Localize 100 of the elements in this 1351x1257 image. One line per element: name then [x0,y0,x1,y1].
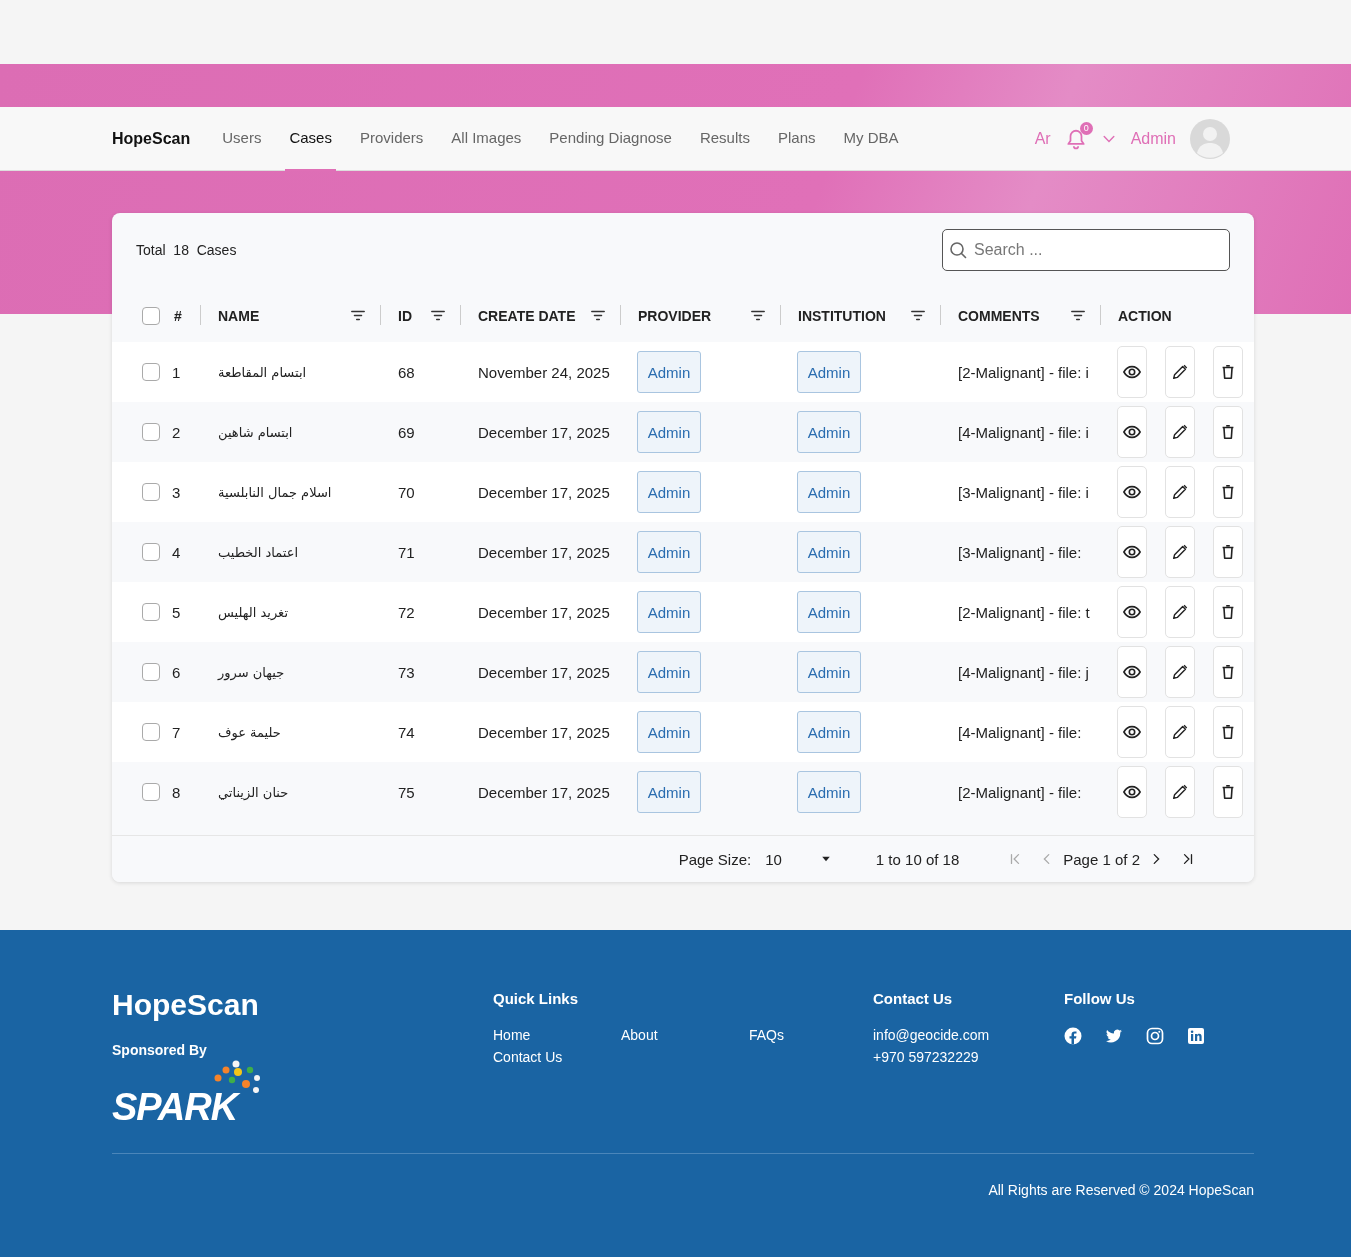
delete-button[interactable] [1213,586,1243,638]
language-link[interactable]: Ar [1034,129,1051,148]
nav-link[interactable]: Results [695,106,754,171]
checkbox[interactable] [142,543,160,561]
checkbox[interactable] [142,483,160,501]
linkedin-icon[interactable] [1187,1027,1205,1045]
institution-tag[interactable]: Admin [797,531,861,573]
column-header[interactable]: NAME [218,307,260,324]
nav-link[interactable]: Cases [285,106,336,171]
user-name[interactable]: Admin [1130,129,1176,148]
view-button[interactable] [1117,526,1147,578]
row-number: 2 [172,423,181,441]
provider-tag[interactable]: Admin [637,651,701,693]
checkbox[interactable] [142,603,160,621]
column-header[interactable]: INSTITUTION [798,307,886,324]
delete-button[interactable] [1213,766,1243,818]
create-date: December 17, 2025 [478,543,610,561]
column-header[interactable]: COMMENTS [958,307,1040,324]
instagram-icon[interactable] [1146,1027,1164,1045]
case-id: 74 [398,723,415,741]
institution-tag[interactable]: Admin [797,711,861,753]
last-page-icon[interactable] [1181,852,1195,866]
edit-button[interactable] [1165,706,1195,758]
search-field[interactable]: Search ... [942,229,1230,271]
view-button[interactable] [1117,346,1147,398]
checkbox[interactable] [142,363,160,381]
create-date: December 17, 2025 [478,783,610,801]
provider-tag[interactable]: Admin [637,711,701,753]
delete-button[interactable] [1213,466,1243,518]
eye-icon [1123,543,1141,561]
institution-tag[interactable]: Admin [797,591,861,633]
checkbox[interactable] [142,423,160,441]
column-header[interactable]: ID [398,307,412,324]
edit-button[interactable] [1165,466,1195,518]
provider-tag[interactable]: Admin [637,411,701,453]
checkbox[interactable] [142,306,160,325]
create-date: December 17, 2025 [478,423,610,441]
facebook-icon[interactable] [1064,1027,1082,1045]
nav-link[interactable]: All Images [447,106,526,171]
edit-button[interactable] [1165,586,1195,638]
delete-button[interactable] [1213,646,1243,698]
view-button[interactable] [1117,586,1147,638]
view-button[interactable] [1117,466,1147,518]
institution-tag[interactable]: Admin [797,351,861,393]
column-header[interactable]: # [174,307,182,324]
nav-link[interactable]: Users [218,106,266,171]
view-button[interactable] [1117,646,1147,698]
section-title: Follow Us [1064,990,1136,1007]
search-icon [949,241,967,259]
patient-name: تغريد الهليس [218,604,288,620]
delete-button[interactable] [1213,526,1243,578]
patient-name: حليمة عوف [218,724,281,740]
institution-tag[interactable]: Admin [797,471,861,513]
pencil-icon [1171,423,1189,441]
page-size-dropdown[interactable]: 10 [765,850,832,868]
delete-button[interactable] [1213,406,1243,458]
institution-tag[interactable]: Admin [797,771,861,813]
case-id: 75 [398,783,415,801]
pencil-icon [1171,663,1189,681]
nav-link[interactable]: Pending Diagnose [545,106,676,171]
checkbox[interactable] [142,783,160,801]
checkbox[interactable] [142,723,160,741]
delete-button[interactable] [1213,346,1243,398]
delete-button[interactable] [1213,706,1243,758]
eye-icon [1123,723,1141,741]
brand-logo[interactable]: HopeScan [112,106,191,171]
provider-tag[interactable]: Admin [637,531,701,573]
create-date: November 24, 2025 [478,363,610,381]
column-header[interactable]: PROVIDER [638,307,712,324]
provider-tag[interactable]: Admin [637,771,701,813]
footer-link[interactable]: About [621,1027,749,1043]
view-button[interactable] [1117,766,1147,818]
view-button[interactable] [1117,406,1147,458]
provider-tag[interactable]: Admin [637,591,701,633]
twitter-icon[interactable] [1105,1027,1123,1045]
column-header[interactable]: ACTION [1118,307,1172,324]
checkbox[interactable] [142,663,160,681]
pencil-icon [1171,363,1189,381]
institution-tag[interactable]: Admin [797,411,861,453]
footer-link[interactable]: Contact Us [493,1049,621,1065]
nav-link[interactable]: My DBA [839,106,903,171]
edit-button[interactable] [1165,646,1195,698]
edit-button[interactable] [1165,766,1195,818]
provider-tag[interactable]: Admin [637,471,701,513]
view-button[interactable] [1117,706,1147,758]
nav-link[interactable]: Providers [355,106,428,171]
institution-tag[interactable]: Admin [797,651,861,693]
provider-tag[interactable]: Admin [637,351,701,393]
column-header[interactable]: CREATE DATE [478,307,576,324]
edit-button[interactable] [1165,346,1195,398]
contact-info: info@geocide.com [873,1027,991,1043]
comment-text: [2-Malignant] - file: t [958,603,1090,621]
eye-icon [1123,483,1141,501]
eye-icon [1123,663,1141,681]
edit-button[interactable] [1165,406,1195,458]
comment-text: [3-Malignant] - file: i [958,483,1089,501]
edit-button[interactable] [1165,526,1195,578]
footer-link[interactable]: Home [493,1027,621,1043]
pencil-icon [1171,723,1189,741]
nav-link[interactable]: Plans [773,106,820,171]
